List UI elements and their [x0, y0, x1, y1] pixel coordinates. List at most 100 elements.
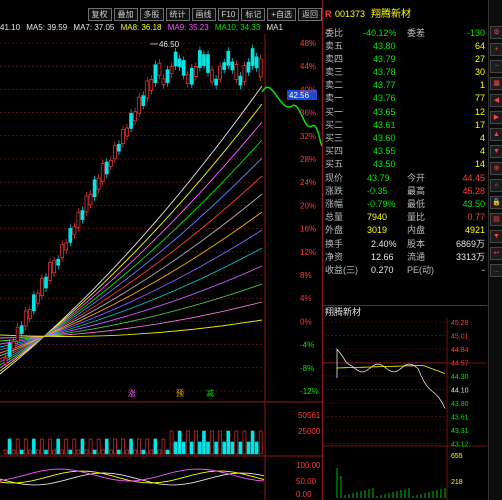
right-icon[interactable]: ▶ [490, 111, 502, 124]
sell-level-2: 卖二 43.77 1 [325, 80, 485, 90]
kline-chart[interactable]: 46.50 42.56 48%44%40%36%32%28%24%20%16%1… [0, 34, 322, 500]
macd-axis-zero: 0.00 [296, 490, 312, 499]
volume-bar [117, 449, 121, 455]
macd-axis-top: 100.00 [296, 461, 321, 470]
chart-icon[interactable]: ▤ [490, 213, 502, 226]
candle [133, 111, 137, 122]
candle [157, 62, 162, 76]
pct-tick: 4% [300, 294, 312, 303]
candle [40, 278, 44, 296]
down-icon[interactable]: ▼ [490, 230, 502, 243]
candle [31, 294, 36, 312]
settings-icon[interactable]: ⚙ [490, 26, 502, 39]
zoom-in-icon[interactable]: + [490, 43, 502, 56]
pct-tick: 36% [300, 109, 316, 118]
ma7-label: MA7: 37.05 [73, 23, 115, 32]
candle [52, 260, 56, 274]
pct-tick: 20% [300, 201, 316, 210]
candle [165, 69, 170, 84]
ma-line [0, 229, 263, 351]
up-icon[interactable]: ▲ [490, 128, 502, 141]
ma-indicator-line: 41.10 MA5: 39.59 MA7: 37.05 MA8: 36.18 M… [0, 23, 300, 33]
volume-bar [214, 441, 218, 455]
volume-bar [19, 449, 24, 455]
candle [84, 195, 89, 213]
mini-chart-title: 翔腾新材 [323, 305, 487, 319]
sell-level-4: 卖四 43.79 27 [325, 54, 485, 64]
candle [210, 69, 214, 83]
candle [173, 51, 178, 67]
candle [218, 65, 222, 80]
toolbar-button-7[interactable]: +自选 [267, 8, 296, 21]
candle [108, 160, 113, 167]
sell-level-5: 卖五 43.80 64 [325, 41, 485, 51]
toolbar-button-2[interactable]: 多股 [139, 8, 164, 21]
more-icon[interactable]: … [490, 264, 502, 277]
down-icon[interactable]: ▼ [490, 145, 502, 158]
pct-tick: 40% [300, 85, 316, 94]
volume-bar [210, 430, 214, 455]
candle [250, 48, 255, 66]
candle [189, 67, 194, 85]
ma-line [0, 121, 263, 369]
toolbar-button-6[interactable]: 标记 [241, 8, 266, 21]
buy-level-3: 买三 43.60 4 [325, 133, 485, 143]
volume-bar [32, 438, 36, 455]
toolbar-button-8[interactable]: 返回 [298, 8, 322, 21]
stat-row-3: 总量 7940 量比 0.77 [325, 212, 485, 222]
volume-bar [153, 438, 158, 455]
candle [23, 310, 28, 327]
volume-bar [181, 441, 186, 455]
candle [145, 80, 150, 99]
ma-line [0, 103, 263, 372]
candle [88, 194, 93, 205]
toolbar-button-0[interactable]: 复权 [87, 8, 112, 21]
left-icon[interactable]: ◀ [490, 94, 502, 107]
volume-bar [157, 449, 162, 455]
volume-bar [258, 430, 263, 455]
toolbar-button-3[interactable]: 统计 [165, 8, 190, 21]
zoom-icon[interactable]: ⊕ [490, 162, 502, 175]
volume-bar [3, 449, 8, 455]
volume-bar [198, 441, 202, 455]
volume-bar [254, 441, 259, 455]
intraday-chart[interactable]: 45.28 45.01 44.84 44.57 44.30 44.10 43.80 43.61… [323, 318, 487, 500]
pct-tick: -4% [300, 341, 314, 350]
buy-level-4: 买四 43.55 4 [325, 146, 485, 156]
volume-bar [165, 449, 170, 455]
candle [202, 54, 206, 67]
volume-bar [149, 449, 154, 455]
ma-line [0, 193, 263, 357]
return-icon[interactable]: ↩ [490, 247, 502, 260]
toolbar-button-5[interactable]: F10 [217, 8, 240, 21]
candle [15, 326, 20, 342]
ma-line [0, 265, 263, 345]
grid-icon[interactable]: ▦ [490, 77, 502, 90]
volume-bar [92, 449, 97, 455]
pct-tick: -12% [300, 387, 319, 396]
pct-tick: 28% [300, 155, 316, 164]
search-icon[interactable]: ⌕ [490, 179, 502, 192]
toolbar-button-1[interactable]: 叠加 [113, 8, 138, 21]
signal-yu: 预 [176, 388, 184, 398]
stat2-row-0: 换手 2.40% 股本 6869万 [325, 239, 485, 249]
volume-bar [173, 441, 178, 455]
volume-bar [52, 449, 56, 455]
volume-bar [222, 441, 226, 455]
candle [153, 64, 158, 84]
pct-tick: 44% [300, 62, 316, 71]
candle [19, 325, 24, 334]
lock-icon[interactable]: 🔒 [490, 196, 502, 209]
candle [137, 96, 141, 114]
volume-bar [125, 449, 129, 455]
macd-axis-mid: 50.00 [296, 477, 317, 486]
toolbar-button-4[interactable]: 画线 [191, 8, 216, 21]
pct-tick: 32% [300, 132, 316, 141]
intraday-axis-tick: 43.80 [451, 401, 469, 408]
zoom-out-icon[interactable]: − [490, 60, 502, 73]
candle [234, 64, 239, 80]
chart-toolbar: 复权 叠加 多股 统计 画线 F10 标记 +自选 返回 [0, 8, 322, 21]
buy-level-5: 买五 43.50 14 [325, 159, 485, 169]
intraday-vol-tick: 655 [451, 453, 463, 460]
ma10-label: MA10: 34.33 [214, 23, 261, 32]
